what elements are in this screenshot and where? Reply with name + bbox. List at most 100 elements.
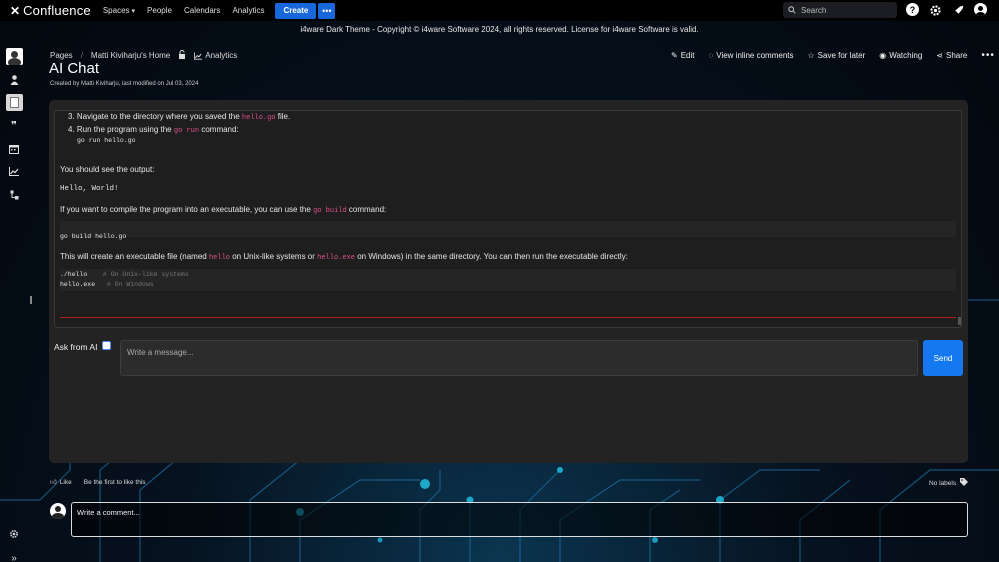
code-line: go build hello.go bbox=[60, 233, 127, 240]
code-line: ./hello # On Unix-like systems bbox=[60, 271, 956, 281]
watching-button[interactable]: ◉ Watching bbox=[879, 51, 922, 60]
nav-spaces[interactable]: Spaces ▾ bbox=[103, 6, 135, 15]
message-text-part: command: bbox=[348, 205, 387, 214]
code-line: hello.exe # On Windows bbox=[60, 281, 956, 288]
person-icon[interactable] bbox=[6, 71, 23, 88]
message-text-part: This will create an executable file (nam… bbox=[60, 252, 207, 261]
step-number: 4. bbox=[68, 125, 75, 134]
sidebar: ❞ bbox=[0, 40, 28, 562]
message-text-part: on Unix-like systems or bbox=[232, 252, 315, 261]
like-label: Like bbox=[59, 478, 72, 486]
step-text: Run the program using the bbox=[76, 125, 172, 134]
page-byline: Created by Matti Kiviharju, last modifie… bbox=[50, 81, 199, 87]
code-block: go build hello.go bbox=[60, 221, 956, 240]
view-inline-comments-button[interactable]: ◌ View inline comments bbox=[709, 51, 794, 60]
tag-icon bbox=[960, 478, 969, 488]
comment-input[interactable]: Write a comment... bbox=[71, 502, 968, 537]
labels[interactable]: No labels bbox=[929, 478, 969, 488]
create-button[interactable]: Create bbox=[275, 2, 317, 19]
breadcrumb-home[interactable]: Matti Kiviharju's Home bbox=[91, 51, 170, 60]
page-icon[interactable] bbox=[5, 94, 23, 111]
code-comment: # On Unix-like systems bbox=[102, 271, 189, 278]
save-for-later-label: Save for later bbox=[817, 51, 866, 60]
breadcrumb-pages[interactable]: Pages bbox=[50, 51, 73, 60]
confluence-logo-icon: ✕ bbox=[10, 3, 21, 18]
analytics-icon[interactable] bbox=[6, 163, 23, 180]
breadcrumb-analytics[interactable]: Analytics bbox=[194, 51, 237, 60]
step-number: 3. bbox=[68, 112, 75, 121]
message-text-part: on Windows) in the same directory. You c… bbox=[357, 252, 628, 261]
inline-code: go run bbox=[173, 127, 200, 135]
thumbs-up-icon: 👍︎ bbox=[50, 479, 57, 486]
chevron-down-icon: ▾ bbox=[131, 7, 136, 15]
sidebar-resize-handle[interactable] bbox=[30, 296, 32, 304]
message-text: This will create an executable file (nam… bbox=[60, 252, 628, 262]
pencil-icon: ✎ bbox=[671, 51, 678, 60]
share-label: Share bbox=[945, 51, 968, 60]
page-actions: ✎ Edit ◌ View inline comments ☆ Save for… bbox=[671, 50, 995, 61]
inline-code: hello.exe bbox=[317, 254, 355, 262]
nav-calendars[interactable]: Calendars bbox=[184, 6, 220, 15]
watching-label: Watching bbox=[889, 51, 923, 60]
expand-icon[interactable]: » bbox=[6, 550, 23, 562]
like-note: Be the first to like this bbox=[83, 478, 146, 486]
eye-icon: ◉ bbox=[879, 51, 887, 60]
code-block: ./hello # On Unix-like systems hello.exe… bbox=[60, 269, 956, 291]
breadcrumb-analytics-label: Analytics bbox=[205, 51, 238, 60]
tree-icon[interactable] bbox=[6, 186, 23, 203]
save-for-later-button[interactable]: ☆ Save for later bbox=[807, 51, 865, 60]
step-text: Navigate to the directory where you save… bbox=[76, 112, 240, 121]
chat-log[interactable]: 3. Navigate to the directory where you s… bbox=[54, 110, 962, 328]
code-comment: # On Windows bbox=[106, 281, 154, 288]
ask-from-ai-checkbox[interactable] bbox=[102, 341, 111, 350]
sidebar-bottom: » bbox=[0, 525, 28, 562]
profile-avatar[interactable] bbox=[974, 3, 987, 16]
nav-people[interactable]: People bbox=[147, 6, 172, 15]
confluence-logo-text: Confluence bbox=[23, 3, 91, 18]
ai-chat-panel: 3. Navigate to the directory where you s… bbox=[49, 100, 968, 463]
message-text-part: If you want to compile the program into … bbox=[60, 205, 311, 214]
inline-code: go build bbox=[313, 207, 347, 215]
create-more-button[interactable]: ••• bbox=[318, 2, 336, 19]
step-text: file. bbox=[277, 112, 291, 121]
share-icon: ⋖ bbox=[936, 51, 943, 60]
search-icon bbox=[788, 6, 796, 14]
like-button[interactable]: 👍︎ Like bbox=[50, 478, 72, 487]
settings-icon[interactable] bbox=[928, 3, 942, 17]
confluence-logo[interactable]: ✕ Confluence bbox=[10, 3, 91, 18]
more-actions-button[interactable]: ••• bbox=[981, 50, 995, 61]
top-icons: ? bbox=[906, 3, 987, 17]
top-navigation: ✕ Confluence Spaces ▾ People Calendars A… bbox=[0, 0, 999, 21]
edit-label: Edit bbox=[680, 51, 695, 60]
search-input[interactable]: Search bbox=[783, 2, 897, 18]
page-title: AI Chat bbox=[49, 60, 100, 77]
message-text: If you want to compile the program into … bbox=[60, 205, 386, 215]
space-avatar[interactable] bbox=[5, 48, 23, 65]
list-item: 3. Navigate to the directory where you s… bbox=[68, 112, 290, 122]
like-row: 👍︎ Like Be the first to like this bbox=[50, 478, 146, 487]
code-command: ./hello bbox=[60, 271, 88, 278]
notifications-icon[interactable] bbox=[951, 3, 965, 17]
help-icon[interactable]: ? bbox=[906, 3, 919, 16]
resize-handle[interactable] bbox=[958, 317, 961, 325]
nav-analytics[interactable]: Analytics bbox=[232, 6, 264, 15]
code-command: hello.exe bbox=[60, 281, 96, 288]
edit-button[interactable]: ✎ Edit bbox=[671, 51, 695, 60]
star-icon: ☆ bbox=[807, 51, 815, 60]
send-button[interactable]: Send bbox=[923, 340, 963, 376]
quote-icon[interactable]: ❞ bbox=[6, 117, 23, 134]
step-text: command: bbox=[201, 125, 239, 134]
lock-icon[interactable] bbox=[178, 50, 186, 61]
license-banner: i4ware Dark Theme - Copyright © i4ware S… bbox=[300, 25, 699, 34]
settings-icon[interactable] bbox=[6, 525, 23, 542]
calendar-icon[interactable] bbox=[6, 140, 23, 157]
message-input[interactable] bbox=[120, 340, 918, 376]
message-text: You should see the output: bbox=[60, 165, 155, 174]
ask-from-ai-label: Ask from AI bbox=[54, 342, 98, 352]
chat-divider bbox=[60, 317, 956, 318]
share-button[interactable]: ⋖ Share bbox=[936, 51, 967, 60]
avatar bbox=[50, 503, 66, 519]
code-block: go run hello.go bbox=[77, 137, 136, 144]
code-block: Hello, World! bbox=[60, 185, 119, 193]
comment-icon: ◌ bbox=[708, 51, 714, 60]
